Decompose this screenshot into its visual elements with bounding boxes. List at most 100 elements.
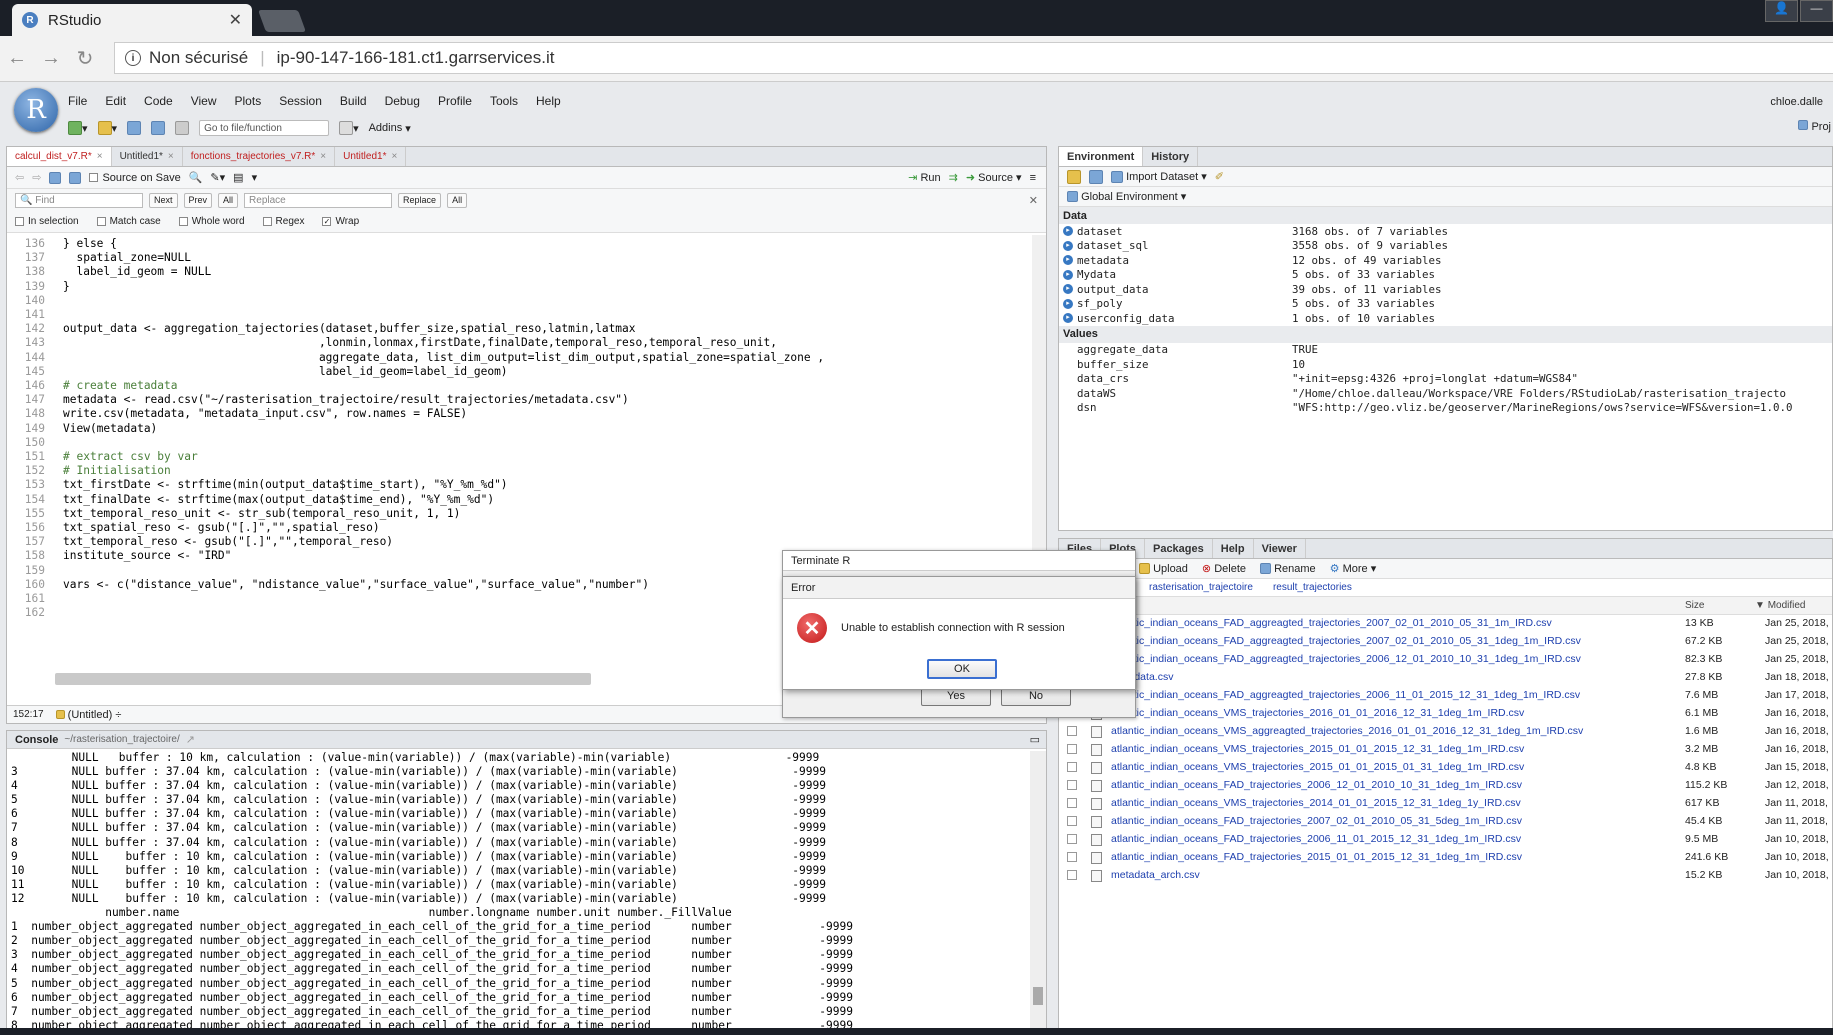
more-options-icon[interactable]: ▾	[252, 171, 258, 184]
whole-word-checkbox[interactable]: Whole word	[178, 216, 245, 227]
ok-button[interactable]: OK	[927, 659, 997, 679]
file-name-link[interactable]: atlantic_indian_oceans_FAD_trajectories_…	[1111, 815, 1522, 827]
file-row[interactable]: atlantic_indian_oceans_FAD_trajectories_…	[1059, 831, 1832, 849]
replace-all-button[interactable]: All	[447, 192, 468, 208]
delete-button[interactable]: ⊗ Delete	[1202, 561, 1246, 577]
save-workspace-icon[interactable]	[1089, 169, 1103, 184]
file-row[interactable]: atlantic_indian_oceans_VMS_trajectories_…	[1059, 705, 1832, 723]
menu-tools[interactable]: Tools	[490, 94, 518, 108]
browser-tab-rstudio[interactable]: R RStudio ✕	[12, 4, 252, 36]
go-to-directory-icon[interactable]: ↗	[186, 733, 195, 746]
editor-horizontal-scrollbar[interactable]	[55, 673, 591, 685]
rename-button[interactable]: Rename	[1260, 561, 1316, 577]
file-checkbox[interactable]	[1067, 780, 1077, 790]
tab-fonctions-trajectories[interactable]: fonctions_trajectories_v7.R* ×	[183, 147, 336, 166]
file-row[interactable]: atlantic_indian_oceans_FAD_aggreagted_tr…	[1059, 687, 1832, 705]
file-checkbox[interactable]	[1067, 744, 1077, 754]
menu-plots[interactable]: Plots	[235, 94, 262, 108]
load-workspace-icon[interactable]	[1067, 169, 1081, 184]
save-all-button[interactable]	[151, 120, 166, 136]
file-name-link[interactable]: atlantic_indian_oceans_VMS_trajectories_…	[1111, 797, 1521, 809]
menu-build[interactable]: Build	[340, 94, 367, 108]
run-button[interactable]: ⇥ Run	[908, 170, 940, 186]
new-tab-button[interactable]	[257, 10, 307, 32]
find-prev-button[interactable]: Prev	[183, 192, 213, 208]
file-checkbox[interactable]	[1067, 852, 1077, 862]
menu-view[interactable]: View	[191, 94, 217, 108]
match-case-checkbox[interactable]: Match case	[96, 216, 161, 227]
source-button[interactable]: ➜ Source ▾	[966, 170, 1022, 186]
scroll-thumb[interactable]	[1033, 987, 1043, 1005]
file-name-link[interactable]: atlantic_indian_oceans_FAD_aggreagted_tr…	[1111, 635, 1581, 647]
forward-icon[interactable]: →	[34, 47, 68, 70]
back-icon[interactable]: ⇦	[15, 171, 24, 184]
find-next-button[interactable]: Next	[149, 192, 178, 208]
file-row[interactable]: atlantic_indian_oceans_FAD_aggreagted_tr…	[1059, 651, 1832, 669]
file-row[interactable]: atlantic_indian_oceans_FAD_trajectories_…	[1059, 849, 1832, 867]
close-tab-icon[interactable]: ✕	[229, 10, 242, 30]
file-row[interactable]: atlantic_indian_oceans_FAD_trajectories_…	[1059, 777, 1832, 795]
print-button[interactable]	[175, 120, 190, 136]
menu-file[interactable]: File	[68, 94, 87, 108]
file-row[interactable]: atlantic_indian_oceans_VMS_trajectories_…	[1059, 741, 1832, 759]
close-find-icon[interactable]: ✕	[1029, 194, 1038, 207]
env-data-row[interactable]: ▸ dataset 3168 obs. of 7 variables	[1059, 224, 1832, 239]
regex-checkbox[interactable]: Regex	[262, 216, 304, 227]
menu-debug[interactable]: Debug	[385, 94, 420, 108]
expand-icon[interactable]: ▸	[1063, 284, 1073, 295]
more-button[interactable]: ⚙ More ▾	[1330, 561, 1377, 577]
project-menu[interactable]: Proj	[1798, 120, 1831, 133]
close-icon[interactable]: ×	[320, 151, 326, 162]
file-row[interactable]: atlantic_indian_oceans_FAD_aggreagted_tr…	[1059, 633, 1832, 651]
file-name-link[interactable]: atlantic_indian_oceans_VMS_trajectories_…	[1111, 707, 1524, 719]
source-on-save-checkbox[interactable]: Source on Save	[89, 172, 181, 184]
menu-code[interactable]: Code	[144, 94, 173, 108]
file-name-link[interactable]: metadata_arch.csv	[1111, 869, 1200, 881]
expand-icon[interactable]: ▸	[1063, 255, 1073, 266]
expand-icon[interactable]: ▸	[1063, 313, 1073, 324]
replace-button[interactable]: Replace	[398, 192, 442, 208]
env-data-row[interactable]: ▸ dataset_sql 3558 obs. of 9 variables	[1059, 239, 1832, 254]
save-icon[interactable]	[69, 171, 82, 184]
rerun-button[interactable]: ⇉	[949, 170, 958, 186]
find-all-button[interactable]: All	[218, 192, 239, 208]
file-name-link[interactable]: atlantic_indian_oceans_FAD_aggreagted_tr…	[1111, 617, 1552, 629]
file-row[interactable]: atlantic_indian_oceans_VMS_trajectories_…	[1059, 759, 1832, 777]
env-data-row[interactable]: ▸ userconfig_data 1 obs. of 10 variables	[1059, 311, 1832, 326]
go-to-file-input[interactable]: Go to file/function	[199, 120, 330, 136]
user-profile-icon[interactable]: 👤	[1765, 0, 1798, 22]
close-icon[interactable]: ×	[97, 151, 103, 162]
show-in-window-icon[interactable]	[49, 171, 62, 184]
save-button[interactable]	[127, 120, 142, 136]
file-name-link[interactable]: atlantic_indian_oceans_VMS_trajectories_…	[1111, 743, 1524, 755]
file-row[interactable]: metadata.csv 27.8 KB Jan 18, 2018,	[1059, 669, 1832, 687]
env-value-row[interactable]: buffer_size 10	[1059, 357, 1832, 372]
file-row[interactable]: atlantic_indian_oceans_FAD_aggreagted_tr…	[1059, 615, 1832, 633]
env-value-row[interactable]: dataWS "/Home/chloe.dalleau/Workspace/VRE…	[1059, 386, 1832, 401]
console-output[interactable]: NULL buffer : 10 km, calculation : (valu…	[11, 751, 1028, 1029]
file-name-link[interactable]: atlantic_indian_oceans_VMS_trajectories_…	[1111, 761, 1524, 773]
console-scrollbar[interactable]	[1030, 751, 1046, 1029]
env-data-row[interactable]: ▸ sf_poly 5 obs. of 33 variables	[1059, 297, 1832, 312]
find-input[interactable]: 🔍 Find	[15, 192, 143, 208]
back-icon[interactable]: ←	[0, 47, 34, 70]
expand-icon[interactable]: ▸	[1063, 269, 1073, 280]
scope-selector[interactable]: (Untitled) ÷	[55, 707, 121, 723]
url-field[interactable]: i Non sécurisé | ip-90-147-166-181.ct1.g…	[114, 42, 1833, 74]
tab-calcul-dist[interactable]: calcul_dist_v7.R* ×	[7, 147, 112, 166]
reload-icon[interactable]: ↻	[68, 46, 102, 71]
breadcrumb-item[interactable]: rasterisation_trajectoire	[1149, 582, 1253, 593]
info-icon[interactable]: i	[125, 50, 141, 66]
tab-environment[interactable]: Environment	[1059, 147, 1144, 166]
magic-wand-icon[interactable]: ✎▾	[210, 171, 225, 184]
env-data-row[interactable]: ▸ output_data 39 obs. of 11 variables	[1059, 282, 1832, 297]
expand-icon[interactable]: ▸	[1063, 298, 1073, 309]
addins-button[interactable]: Addins ▾	[369, 120, 411, 136]
column-modified[interactable]: ▼ Modified	[1755, 600, 1806, 611]
file-row[interactable]: metadata_arch.csv 15.2 KB Jan 10, 2018,	[1059, 867, 1832, 885]
search-icon[interactable]: 🔍	[189, 171, 203, 184]
forward-icon[interactable]: ⇨	[32, 171, 41, 184]
in-selection-checkbox[interactable]: In selection	[15, 216, 79, 227]
file-checkbox[interactable]	[1067, 762, 1077, 772]
file-name-link[interactable]: atlantic_indian_oceans_FAD_aggreagted_tr…	[1111, 653, 1581, 665]
